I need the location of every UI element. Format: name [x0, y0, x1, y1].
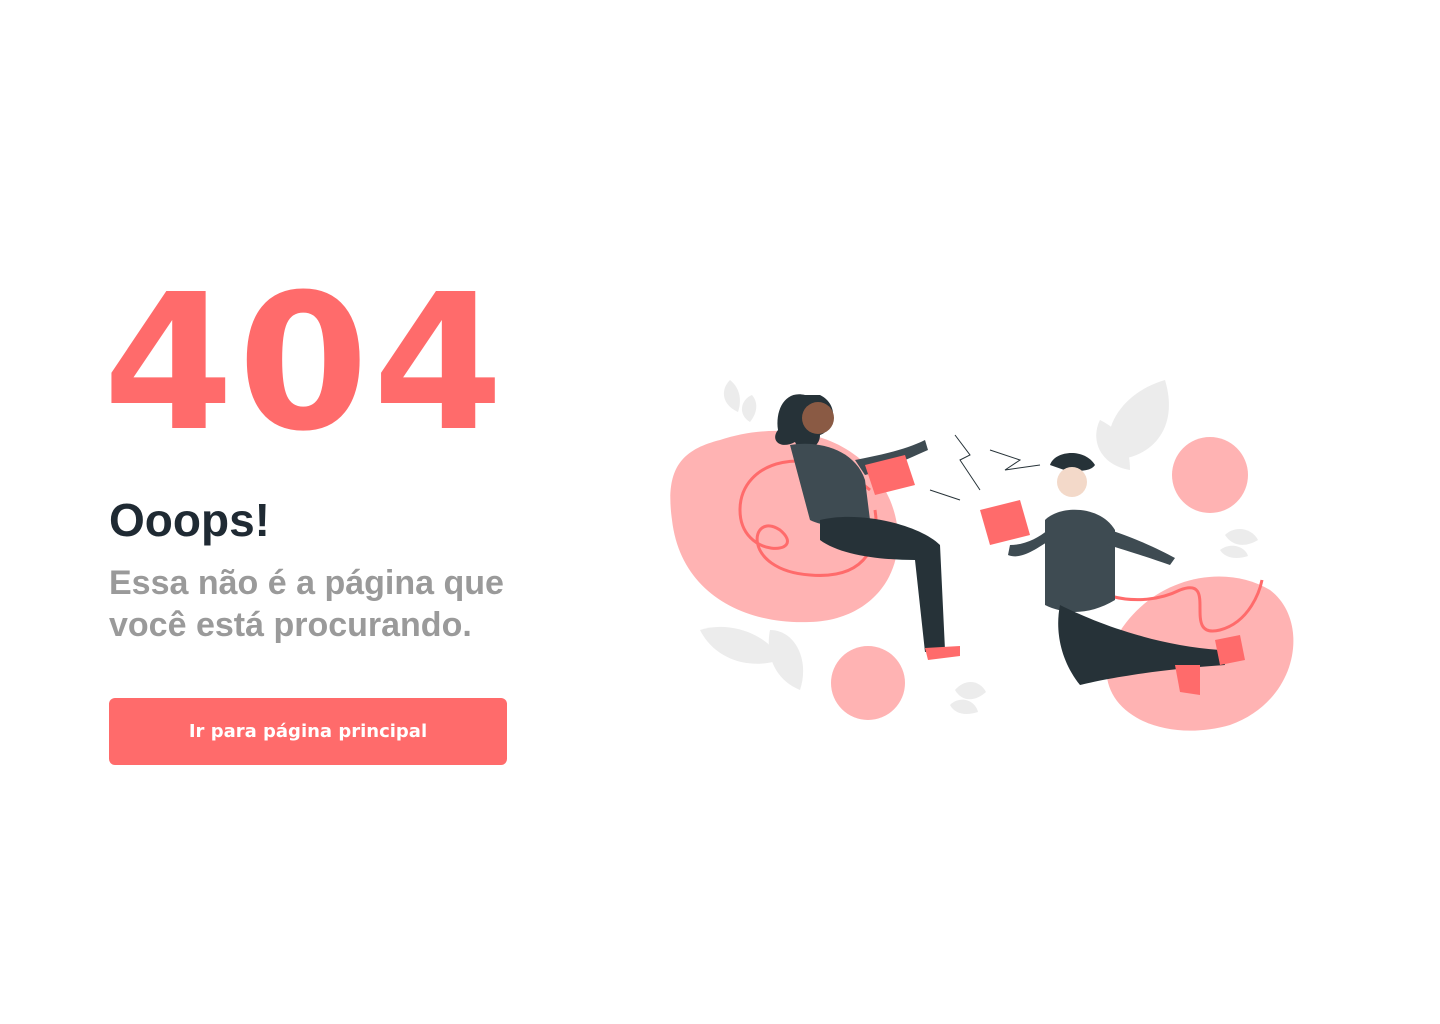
error-content: 404 Ooops! Essa não é a página que você … — [103, 270, 529, 765]
woman-shoe — [925, 646, 960, 660]
woman-face — [802, 402, 834, 434]
blob-top-right — [1172, 437, 1248, 513]
leaf-right-small — [1220, 528, 1258, 558]
man-arm-right — [1108, 530, 1175, 565]
plug-male — [980, 500, 1030, 545]
leaf-bottom-center — [950, 681, 986, 714]
error-code: 404 — [103, 254, 508, 473]
leaf-bottom-left — [700, 626, 804, 690]
leaf-top-left — [723, 380, 757, 422]
not-found-page: 404 Ooops! Essa não é a página que você … — [0, 0, 1440, 1024]
blob-bottom-small — [831, 646, 905, 720]
man-torso — [1045, 509, 1115, 612]
error-title: Ooops! — [109, 494, 270, 546]
man-shoe — [1215, 635, 1245, 665]
go-home-button[interactable]: Ir para página principal — [109, 698, 507, 765]
spark-lines — [929, 434, 1041, 501]
error-message: Essa não é a página que você está procur… — [109, 564, 504, 644]
unplugged-people-illustration — [670, 380, 1294, 731]
man-face — [1057, 467, 1087, 497]
leaf-top-right — [1096, 380, 1169, 470]
